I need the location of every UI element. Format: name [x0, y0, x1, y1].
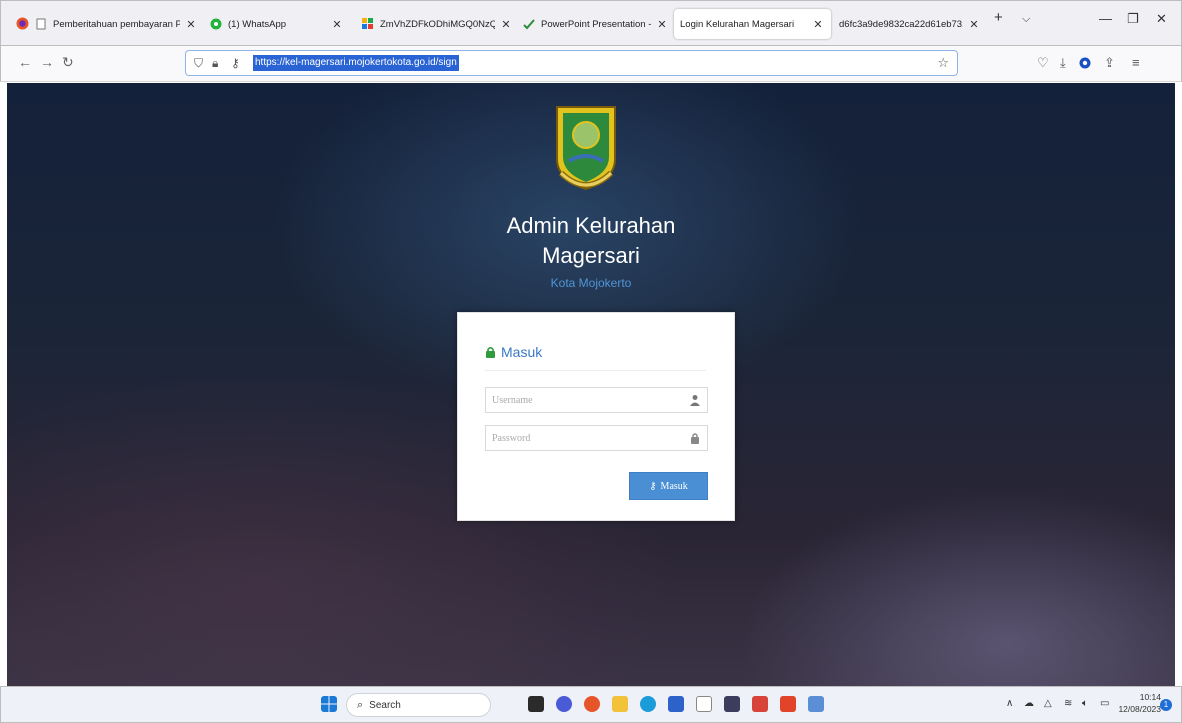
- padlock-icon: [691, 433, 699, 444]
- taskbar-clock[interactable]: 10:14 12/08/2023: [1117, 691, 1161, 715]
- login-heading: Masuk: [485, 344, 542, 360]
- clock-time: 10:14: [1139, 692, 1161, 702]
- padlock-icon[interactable]: 🔒︎: [212, 56, 218, 71]
- calculator-icon[interactable]: [808, 696, 824, 712]
- login-submit-label: Masuk: [660, 480, 688, 492]
- windows-taskbar: ⌕ Search ∧ ☁ △ ≋ 🔈︎ ▭ 10:14 12/08/2023 1: [0, 686, 1182, 723]
- cloud-icon[interactable]: ☁: [1024, 698, 1034, 709]
- minimize-icon[interactable]: —: [1099, 11, 1112, 26]
- pocket-icon[interactable]: ♡: [1037, 55, 1049, 71]
- login-submit-button[interactable]: ⚷ Masuk: [629, 472, 708, 500]
- close-tab-icon[interactable]: ✕: [499, 18, 513, 31]
- username-field[interactable]: [485, 387, 708, 413]
- restore-icon[interactable]: ❐: [1127, 11, 1139, 27]
- password-field[interactable]: [485, 425, 708, 451]
- close-tab-icon[interactable]: ✕: [811, 18, 825, 31]
- login-card: Masuk ⚷ Masuk: [457, 312, 735, 521]
- close-tab-icon[interactable]: ✕: [967, 18, 981, 31]
- tab-title: ZmVhZDFkODhiMGQ0NzQ: [380, 18, 495, 30]
- tab-title: d6fc3a9de9832ca22d61eb731e: [839, 18, 963, 30]
- search-icon: ⌕: [357, 698, 364, 711]
- tab-d6fc[interactable]: d6fc3a9de9832ca22d61eb731e ✕: [839, 9, 981, 39]
- taskbar-search[interactable]: ⌕ Search: [346, 693, 491, 717]
- forward-arrow-icon[interactable]: →: [40, 54, 54, 70]
- divider: [485, 370, 706, 371]
- google-drive-icon[interactable]: △: [1044, 698, 1052, 709]
- page-title-line2: Magersari: [542, 243, 640, 268]
- bookmark-star-icon[interactable]: ☆: [937, 55, 949, 71]
- wps-icon[interactable]: [752, 696, 768, 712]
- new-tab-button[interactable]: +: [994, 9, 1003, 26]
- whatsapp-icon: [210, 18, 222, 30]
- speaker-icon[interactable]: 🔈︎: [1082, 698, 1088, 709]
- check-icon: [523, 19, 535, 30]
- colorful-grid-icon: [362, 18, 373, 29]
- clock-date: 12/08/2023: [1118, 704, 1161, 714]
- shield-icon[interactable]: ⛉: [194, 56, 203, 71]
- key-icon: ⚷: [649, 480, 657, 492]
- tab-title: Login Kelurahan Magersari: [680, 18, 795, 30]
- browser-navbar: ← → ↻ ⛉ 🔒︎ ⚷ https://kel-magersari.mojok…: [0, 46, 1182, 82]
- search-label: Search: [369, 699, 401, 711]
- close-tab-icon[interactable]: ✕: [184, 18, 198, 31]
- city-crest-logo: [556, 106, 616, 191]
- key-icon[interactable]: ⚷: [231, 56, 240, 70]
- close-window-icon[interactable]: ✕: [1156, 11, 1167, 27]
- login-page: Admin Kelurahan Magersari Kota Mojokerto…: [7, 83, 1175, 686]
- tab-zmvh[interactable]: ZmVhZDFkODhiMGQ0NzQ ✕: [362, 9, 513, 39]
- tab-title: (1) WhatsApp: [228, 18, 287, 30]
- lock-icon: [486, 346, 495, 358]
- tab-whatsapp[interactable]: (1) WhatsApp ✕: [210, 9, 344, 39]
- menu-icon[interactable]: ≡: [1132, 55, 1140, 70]
- task-view-icon[interactable]: [528, 696, 544, 712]
- close-tab-icon[interactable]: ✕: [655, 18, 669, 31]
- firefox-taskbar-icon[interactable]: [584, 696, 600, 712]
- close-tab-icon[interactable]: ✕: [330, 18, 344, 31]
- tab-pemberitahuan[interactable]: Pemberitahuan pembayaran Pa ✕: [35, 9, 198, 39]
- store-icon[interactable]: [668, 696, 684, 712]
- tab-title: PowerPoint Presentation -: [541, 18, 651, 30]
- office-icon[interactable]: [780, 696, 796, 712]
- back-arrow-icon[interactable]: ←: [18, 54, 32, 70]
- tab-title: Pemberitahuan pembayaran Pa: [53, 18, 180, 30]
- battery-icon[interactable]: ▭: [1100, 698, 1109, 709]
- extension-icon[interactable]: [1079, 57, 1091, 69]
- address-bar[interactable]: ⛉ 🔒︎ ⚷ https://kel-magersari.mojokertoko…: [185, 50, 958, 76]
- password-input[interactable]: [486, 426, 707, 450]
- edge-icon[interactable]: [640, 696, 656, 712]
- wifi-icon[interactable]: ≋: [1064, 698, 1072, 709]
- tab-login-kelurahan[interactable]: Login Kelurahan Magersari ✕: [674, 9, 831, 39]
- username-input[interactable]: [486, 388, 707, 412]
- login-heading-text: Masuk: [501, 344, 543, 360]
- url-text[interactable]: https://kel-magersari.mojokertokota.go.i…: [253, 55, 459, 71]
- chevron-up-icon[interactable]: ∧: [1006, 698, 1013, 709]
- user-icon: [690, 395, 700, 406]
- file-explorer-icon[interactable]: [612, 696, 628, 712]
- chat-icon[interactable]: [556, 696, 572, 712]
- page-subtitle: Kota Mojokerto: [550, 276, 632, 290]
- page-title-line1: Admin Kelurahan: [506, 213, 676, 238]
- tab-powerpoint[interactable]: PowerPoint Presentation - ✕: [523, 9, 669, 39]
- firefox-icon[interactable]: [16, 17, 29, 30]
- browser-tab-strip: Pemberitahuan pembayaran Pa ✕ (1) WhatsA…: [0, 0, 1182, 46]
- notification-badge[interactable]: 1: [1160, 699, 1172, 711]
- chevron-down-icon[interactable]: ⌵: [1022, 13, 1030, 26]
- download-icon[interactable]: ⤓: [1060, 55, 1066, 71]
- dropbox-icon[interactable]: [724, 696, 740, 712]
- amazon-icon[interactable]: [696, 696, 712, 712]
- document-icon: [36, 18, 46, 30]
- windows-start-icon[interactable]: [321, 696, 337, 712]
- share-icon[interactable]: ⇪: [1104, 55, 1115, 71]
- reload-icon[interactable]: ↻: [62, 54, 74, 71]
- page-title: Admin Kelurahan Magersari: [441, 211, 741, 271]
